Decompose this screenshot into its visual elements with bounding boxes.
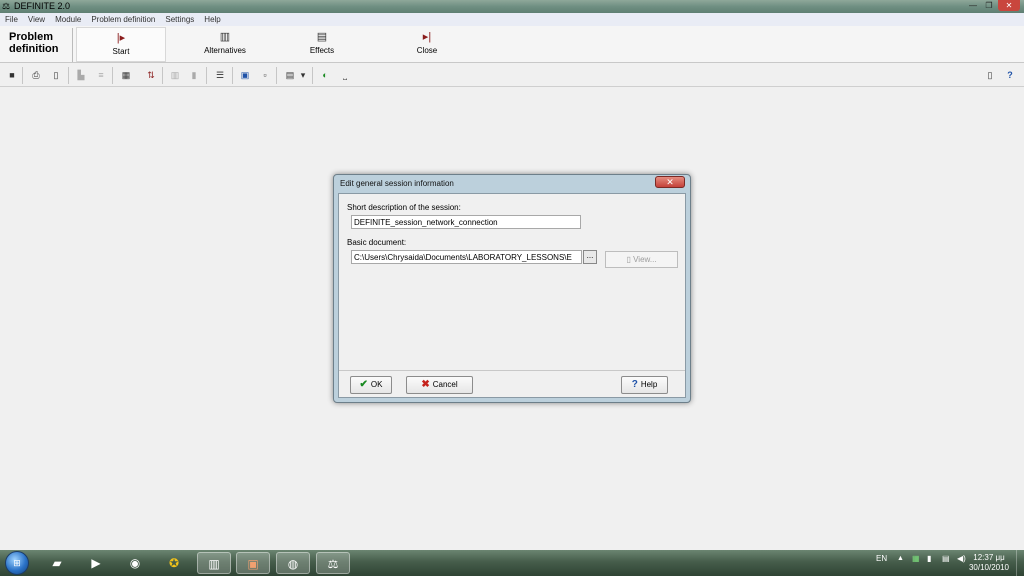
clock-date: 30/10/2010 xyxy=(968,563,1010,572)
module-bar: Problem definition |▸ Start ▥ Alternativ… xyxy=(0,26,1024,63)
effects-button[interactable]: ▤ Effects xyxy=(277,27,367,62)
help-icon[interactable]: ? xyxy=(1002,68,1018,83)
table-icon[interactable]: ▦ xyxy=(118,68,134,83)
close-module-button[interactable]: ▸| Close xyxy=(382,27,472,62)
close-module-label: Close xyxy=(416,46,438,55)
start-flag-icon: |▸ xyxy=(116,32,126,44)
ok-button[interactable]: ✔ OK xyxy=(350,376,392,394)
effects-icon: ▤ xyxy=(316,31,328,43)
toolbar-separator xyxy=(162,67,163,84)
help-label: Help xyxy=(640,380,658,389)
help-button[interactable]: ? Help xyxy=(621,376,668,394)
spacing-icon[interactable]: ⎵ xyxy=(337,68,353,83)
print-icon[interactable]: ⎙ xyxy=(28,68,44,83)
window-controls: — ❐ ✕ xyxy=(966,0,1020,11)
device-icon[interactable]: ▯ xyxy=(982,68,998,83)
menu-module[interactable]: Module xyxy=(50,13,86,26)
view-button[interactable]: ▯ View... xyxy=(605,251,678,268)
app-icon[interactable]: ✪ xyxy=(157,552,191,574)
menu-problem-definition[interactable]: Problem definition xyxy=(86,13,160,26)
dialog-body: Short description of the session: Basic … xyxy=(338,193,686,398)
powerpoint-icon[interactable]: ▣ xyxy=(236,552,270,574)
windows-logo-icon: ⊞ xyxy=(13,558,21,568)
chrome-icon[interactable]: ◉ xyxy=(118,552,152,574)
toolbar-separator xyxy=(276,67,277,84)
maximize-icon[interactable]: ❐ xyxy=(982,0,996,11)
menu-view[interactable]: View xyxy=(23,13,50,26)
tool-icon[interactable]: ≡ xyxy=(93,68,109,83)
view-label: View... xyxy=(633,255,657,264)
browse-button[interactable]: ... xyxy=(583,250,597,264)
system-clock[interactable]: 12:37 μμ 30/10/2010 xyxy=(964,553,1014,573)
title-bar: ⚖ DEFINITE 2.0 — ❐ ✕ xyxy=(0,0,1024,13)
alternatives-icon: ▥ xyxy=(219,31,231,43)
start-label: Start xyxy=(112,47,130,56)
toolbar-separator xyxy=(206,67,207,84)
close-icon[interactable]: ✕ xyxy=(998,0,1020,11)
toolbar-separator xyxy=(68,67,69,84)
explorer-icon[interactable]: ▰ xyxy=(40,552,74,574)
cancel-label: Cancel xyxy=(432,380,458,389)
menu-bar: File View Module Problem definition Sett… xyxy=(0,13,1024,26)
taskbar: ⊞ ▰ ▶ ◉ ✪ ▥ ▣ ◍ ⚖ EN ▲ ▦ ▮ ▤ ◀) 12:37 μμ… xyxy=(0,550,1024,576)
window-title: DEFINITE 2.0 xyxy=(14,1,71,11)
columns-icon[interactable]: ▥ xyxy=(167,68,183,83)
edit-session-dialog: Edit general session information ✕ Short… xyxy=(333,174,691,403)
battery-icon[interactable]: ▮ xyxy=(927,554,931,564)
chart-icon[interactable]: ▙ xyxy=(73,68,89,83)
network-icon[interactable]: ▤ xyxy=(942,554,950,564)
dropdown-icon[interactable]: ▾ xyxy=(298,68,308,83)
scales-icon: ⚖ xyxy=(2,1,11,11)
books-icon[interactable]: ▥ xyxy=(197,552,231,574)
copy-icon[interactable]: ▣ xyxy=(237,68,253,83)
dialog-divider xyxy=(339,370,685,371)
checkmark-icon: ✔ xyxy=(359,379,368,390)
color-icon[interactable]: ◐ xyxy=(317,68,333,83)
network-status-icon[interactable]: ▦ xyxy=(912,554,920,564)
short-description-label: Short description of the session: xyxy=(347,203,461,212)
show-hidden-icons-icon[interactable]: ▲ xyxy=(897,554,904,564)
module-title: Problem definition xyxy=(9,31,59,55)
close-module-icon: ▸| xyxy=(422,31,432,43)
start-button[interactable]: |▸ Start xyxy=(76,27,166,62)
media-player-icon[interactable]: ▶ xyxy=(79,552,113,574)
paint-icon[interactable]: ◍ xyxy=(276,552,310,574)
dialog-close-button[interactable]: ✕ xyxy=(655,176,685,188)
alternatives-button[interactable]: ▥ Alternatives xyxy=(180,27,270,62)
short-description-input[interactable] xyxy=(351,215,581,229)
print-preview-icon[interactable]: ▯ xyxy=(48,68,64,83)
show-desktop-button[interactable] xyxy=(1016,550,1024,576)
question-icon: ? xyxy=(631,379,638,390)
settings-icon[interactable]: ▤ xyxy=(282,68,298,83)
cross-icon: ✖ xyxy=(421,379,430,390)
basic-document-label: Basic document: xyxy=(347,238,407,247)
bars-icon[interactable]: ▮ xyxy=(186,68,202,83)
toolbar-separator xyxy=(312,67,313,84)
effects-label: Effects xyxy=(309,46,335,55)
clock-time: 12:37 μμ xyxy=(973,553,1005,562)
ok-label: OK xyxy=(370,380,383,389)
menu-file[interactable]: File xyxy=(0,13,23,26)
start-button[interactable]: ⊞ xyxy=(5,551,29,575)
basic-document-input[interactable] xyxy=(351,250,582,264)
toolbar-separator xyxy=(22,67,23,84)
save-icon[interactable]: ■ xyxy=(4,68,20,83)
page-icon[interactable]: ▫ xyxy=(257,68,273,83)
toolbar-separator xyxy=(112,67,113,84)
cancel-button[interactable]: ✖ Cancel xyxy=(406,376,473,394)
dialog-title: Edit general session information xyxy=(340,179,454,188)
close-icon: ✕ xyxy=(666,177,674,187)
alternatives-label: Alternatives xyxy=(204,46,246,55)
menu-settings[interactable]: Settings xyxy=(160,13,199,26)
menu-help[interactable]: Help xyxy=(199,13,225,26)
module-divider xyxy=(72,28,73,62)
toolbar-separator xyxy=(232,67,233,84)
minimize-icon[interactable]: — xyxy=(966,0,980,11)
definite-icon[interactable]: ⚖ xyxy=(316,552,350,574)
rows-icon[interactable]: ☰ xyxy=(212,68,228,83)
language-indicator[interactable]: EN xyxy=(876,554,887,564)
toolbar: ■ ⎙ ▯ ▙ ≡ ▦ ⇅ ▥ ▮ ☰ ▣ ▫ ▤ ▾ ◐ ⎵ ▯ ? xyxy=(0,64,1024,87)
sort-icon[interactable]: ⇅ xyxy=(143,68,159,83)
